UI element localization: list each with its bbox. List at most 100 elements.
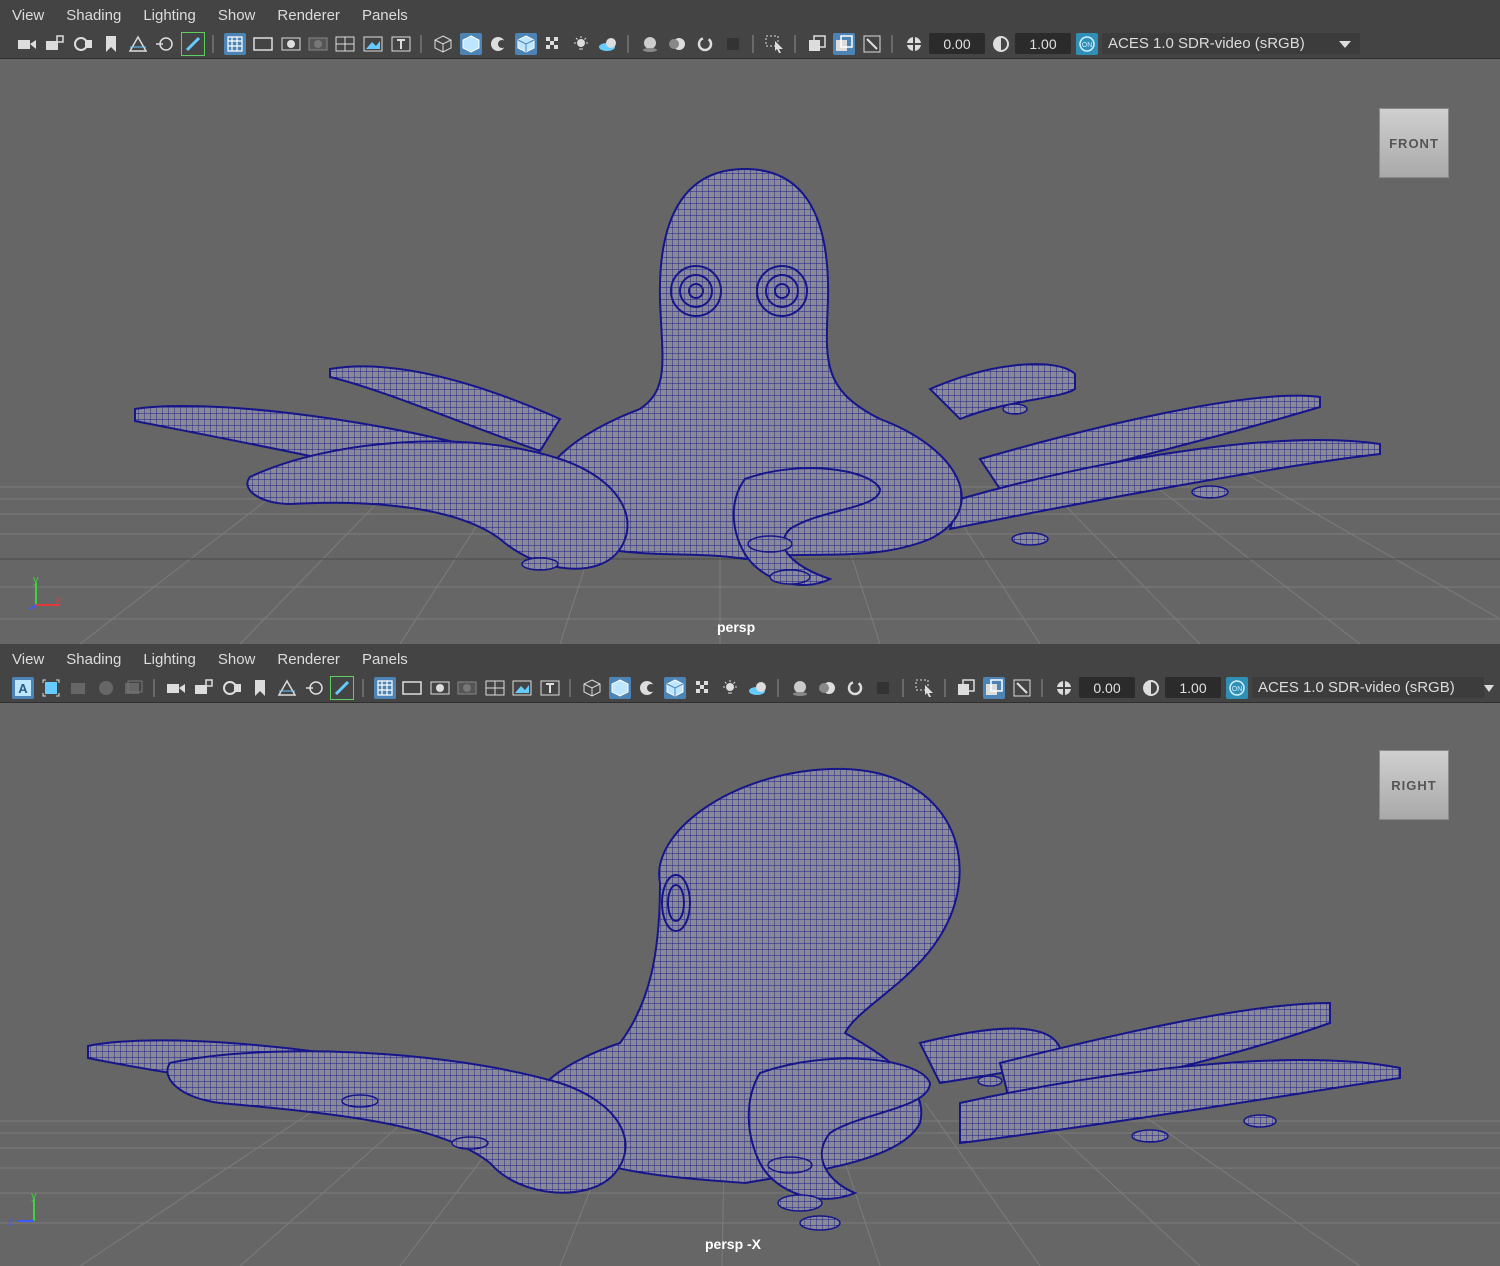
image-plane-icon[interactable] — [127, 33, 149, 55]
bookmark-icon[interactable] — [100, 33, 122, 55]
svg-text:y: y — [31, 1190, 37, 1202]
wireframe-icon[interactable] — [432, 33, 454, 55]
film-gate-icon[interactable] — [252, 33, 274, 55]
wireframe-on-shaded-icon[interactable] — [664, 677, 686, 699]
menu-lighting[interactable]: Lighting — [143, 7, 196, 24]
xray-joints-icon[interactable] — [833, 33, 855, 55]
menu-lighting[interactable]: Lighting — [143, 651, 196, 668]
playblast-icon[interactable] — [122, 677, 144, 699]
xray-icon[interactable] — [806, 33, 828, 55]
svg-text:A: A — [18, 681, 28, 696]
shadows-icon[interactable] — [747, 677, 769, 699]
sphere-icon[interactable] — [95, 677, 117, 699]
pan-zoom-icon[interactable] — [304, 677, 326, 699]
menu-panels[interactable]: Panels — [362, 651, 408, 668]
field-chart-icon[interactable] — [334, 33, 356, 55]
xray-icon[interactable] — [955, 677, 977, 699]
safe-action-icon[interactable] — [362, 33, 384, 55]
color-management-select[interactable]: ACES 1.0 SDR-video (sRGB) — [1102, 33, 1360, 54]
gamma-field[interactable]: 1.00 — [1015, 33, 1071, 54]
menu-shading[interactable]: Shading — [66, 7, 121, 24]
view-cube[interactable]: FRONT — [1379, 108, 1449, 178]
dropdown-icon[interactable] — [1334, 33, 1356, 55]
grease-pencil-icon[interactable] — [330, 676, 354, 700]
lights-icon[interactable] — [570, 33, 592, 55]
xray-components-icon[interactable] — [861, 33, 883, 55]
color-management-select[interactable]: ACES 1.0 SDR-video (sRGB) — [1252, 677, 1484, 698]
resolution-gate-icon[interactable] — [429, 677, 451, 699]
frame-all-icon[interactable] — [40, 677, 62, 699]
xray-components-icon[interactable] — [1011, 677, 1033, 699]
resolution-gate-icon[interactable] — [280, 33, 302, 55]
gate-mask-icon[interactable] — [307, 33, 329, 55]
grid-icon[interactable] — [224, 33, 246, 55]
film-gate-icon[interactable] — [401, 677, 423, 699]
motion-blur-icon[interactable] — [666, 33, 688, 55]
menu-panels[interactable]: Panels — [362, 7, 408, 24]
panel-menubar: View Shading Lighting Show Renderer Pane… — [0, 0, 1500, 30]
motion-blur-icon[interactable] — [816, 677, 838, 699]
camera-attr-icon[interactable] — [221, 677, 243, 699]
dropdown-icon[interactable] — [1480, 677, 1498, 699]
menu-show[interactable]: Show — [218, 651, 256, 668]
default-material-icon[interactable] — [636, 677, 658, 699]
menu-shading[interactable]: Shading — [66, 651, 121, 668]
select-camera-icon[interactable]: A — [12, 677, 34, 699]
camera-icon[interactable] — [16, 33, 38, 55]
color-management-icon[interactable]: ON — [1076, 33, 1098, 55]
exposure-field[interactable]: 0.00 — [929, 33, 985, 54]
lights-icon[interactable] — [719, 677, 741, 699]
menu-show[interactable]: Show — [218, 7, 256, 24]
menu-renderer[interactable]: Renderer — [277, 651, 340, 668]
panel-toolbar: 0.00 1.00 ON ACES 1.0 SDR-video (sRGB) — [0, 30, 1500, 59]
textured-icon[interactable] — [542, 33, 564, 55]
view-cube[interactable]: RIGHT — [1379, 750, 1449, 820]
textured-icon[interactable] — [692, 677, 714, 699]
camera-lock-icon[interactable] — [193, 677, 215, 699]
bookmark-icon[interactable] — [249, 677, 271, 699]
anti-alias-icon[interactable] — [694, 33, 716, 55]
default-material-icon[interactable] — [487, 33, 509, 55]
panel-menubar: View Shading Lighting Show Renderer Pane… — [0, 644, 1500, 674]
gamma-icon[interactable] — [990, 33, 1012, 55]
viewport-top[interactable]: FRONT persp y x — [0, 59, 1500, 644]
wireframe-icon[interactable] — [581, 677, 603, 699]
grid-icon[interactable] — [374, 677, 396, 699]
menu-view[interactable]: View — [12, 651, 44, 668]
viewport-bottom[interactable]: RIGHT persp -X y z — [0, 703, 1500, 1266]
image-plane-icon[interactable] — [276, 677, 298, 699]
safe-action-icon[interactable] — [511, 677, 533, 699]
safe-title-icon[interactable] — [390, 33, 412, 55]
camera-lock-icon[interactable] — [44, 33, 66, 55]
shadows-icon[interactable] — [597, 33, 619, 55]
camera-icon[interactable] — [165, 677, 187, 699]
smooth-shade-icon[interactable] — [609, 677, 631, 699]
viewport-panel-top: View Shading Lighting Show Renderer Pane… — [0, 0, 1500, 644]
field-chart-icon[interactable] — [484, 677, 506, 699]
camera-attr-icon[interactable] — [72, 33, 94, 55]
wireframe-on-shaded-icon[interactable] — [515, 33, 537, 55]
depth-of-field-icon[interactable] — [722, 33, 744, 55]
menu-view[interactable]: View — [12, 7, 44, 24]
exposure-icon[interactable] — [1053, 677, 1075, 699]
exposure-field[interactable]: 0.00 — [1079, 677, 1135, 698]
anti-alias-icon[interactable] — [844, 677, 866, 699]
frame-selected-icon[interactable] — [67, 677, 89, 699]
smooth-shade-icon[interactable] — [460, 33, 482, 55]
isolate-select-icon[interactable] — [764, 33, 786, 55]
pan-zoom-icon[interactable] — [154, 33, 176, 55]
color-management-icon[interactable]: ON — [1226, 677, 1248, 699]
gate-mask-icon[interactable] — [456, 677, 478, 699]
camera-label: persp -X — [705, 1236, 762, 1252]
xray-joints-icon[interactable] — [983, 677, 1005, 699]
ambient-occlusion-icon[interactable] — [639, 33, 661, 55]
depth-of-field-icon[interactable] — [872, 677, 894, 699]
grease-pencil-icon[interactable] — [181, 32, 205, 56]
ambient-occlusion-icon[interactable] — [789, 677, 811, 699]
menu-renderer[interactable]: Renderer — [277, 7, 340, 24]
safe-title-icon[interactable] — [539, 677, 561, 699]
isolate-select-icon[interactable] — [914, 677, 936, 699]
gamma-icon[interactable] — [1140, 677, 1162, 699]
exposure-icon[interactable] — [903, 33, 925, 55]
gamma-field[interactable]: 1.00 — [1165, 677, 1221, 698]
